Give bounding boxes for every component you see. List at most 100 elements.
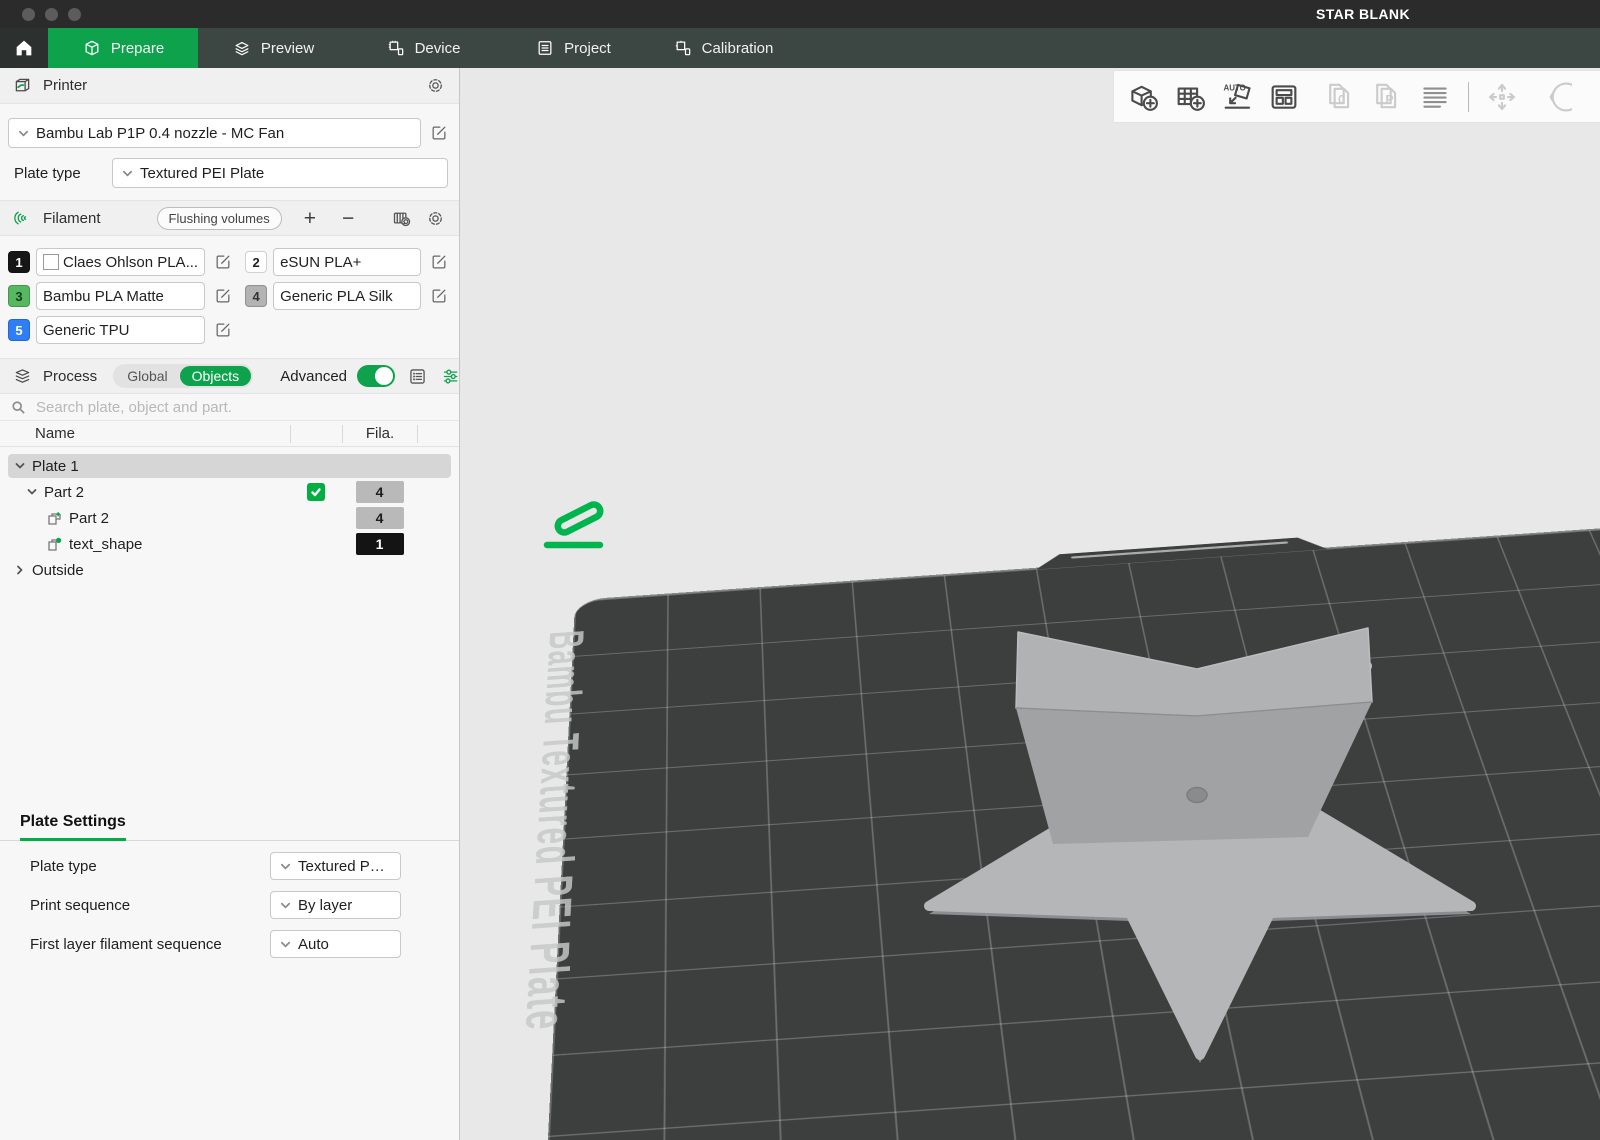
maximize-window-button[interactable] xyxy=(68,8,81,21)
object-search-input[interactable] xyxy=(34,397,448,417)
tab-home[interactable] xyxy=(0,28,48,68)
gear-icon xyxy=(428,211,442,225)
filament-settings-button[interactable] xyxy=(423,206,447,230)
svg-text:AUTO: AUTO xyxy=(1224,83,1246,92)
tree-row-part2-parent[interactable]: Part 2 4 xyxy=(0,479,459,505)
ps-plate-type-select[interactable]: Textured PEI ... xyxy=(270,852,401,880)
edit-icon xyxy=(432,255,446,269)
preview-icon xyxy=(235,41,249,56)
remove-filament-button[interactable]: − xyxy=(338,208,358,229)
chevron-down-icon[interactable] xyxy=(26,486,38,498)
rotate-button[interactable] xyxy=(1532,80,1572,114)
check-icon xyxy=(311,488,321,497)
edit-filament-1-button[interactable] xyxy=(211,250,235,274)
chevron-down-icon[interactable] xyxy=(14,460,26,472)
filament-slot-2: 2 eSUN PLA+ xyxy=(245,248,451,276)
tree-row-part2-child[interactable]: Part 2 4 xyxy=(0,505,459,531)
column-fila: Fila. xyxy=(342,424,417,443)
filament-slot-3: 3 Bambu PLA Matte xyxy=(8,282,235,310)
object-table-header: Name Fila. xyxy=(0,421,459,447)
tree-row-text-shape[interactable]: text_shape 1 xyxy=(0,531,459,557)
plate-settings-panel: Plate Settings Plate type Textured PEI .… xyxy=(0,813,459,958)
add-plate-button[interactable] xyxy=(1173,80,1207,114)
tab-device-label: Device xyxy=(414,39,461,57)
device-icon xyxy=(388,40,403,56)
filament-3-select[interactable]: Bambu PLA Matte xyxy=(36,282,206,310)
filament-2-badge: 2 xyxy=(245,251,268,273)
tune-button[interactable] xyxy=(439,364,459,388)
printer-section-title: Printer xyxy=(43,77,88,94)
edit-icon xyxy=(432,126,446,140)
chevron-right-icon[interactable] xyxy=(14,564,26,576)
edit-filament-2-button[interactable] xyxy=(427,250,451,274)
object-tree: Plate 1 Part 2 4 Part 2 4 text_shape 1 O… xyxy=(0,447,459,583)
filament-4-badge: 4 xyxy=(245,285,268,307)
search-icon xyxy=(12,400,25,414)
print-enable-checkbox[interactable] xyxy=(307,483,325,501)
parameter-list-button[interactable] xyxy=(405,364,429,388)
edit-printer-preset-button[interactable] xyxy=(427,121,451,145)
minimize-window-button[interactable] xyxy=(45,8,58,21)
filament-2-select[interactable]: eSUN PLA+ xyxy=(273,248,421,276)
flushing-volumes-button[interactable]: Flushing volumes xyxy=(156,206,282,230)
tab-prepare[interactable]: Prepare xyxy=(48,28,198,68)
filament-assignment-badge[interactable]: 1 xyxy=(355,533,404,555)
scope-global-button[interactable]: Global xyxy=(115,366,179,386)
ps-first-layer-sequence-select[interactable]: Auto xyxy=(270,930,401,958)
edit-icon xyxy=(216,255,230,269)
tree-row-outside[interactable]: Outside xyxy=(0,557,459,583)
filament-icon xyxy=(14,211,27,224)
edit-filament-5-button[interactable] xyxy=(211,318,235,342)
filament-3-badge: 3 xyxy=(8,285,30,307)
plate-settings-print-sequence-row: Print sequence By layer xyxy=(30,891,459,919)
window-title: STAR BLANK xyxy=(1316,6,1410,22)
filament-assignment-badge[interactable]: 4 xyxy=(355,507,404,529)
tab-project[interactable]: Project xyxy=(498,28,648,68)
prepare-icon xyxy=(85,40,99,56)
object-search xyxy=(0,394,459,421)
viewport-toolbar: AUTO 0 P xyxy=(1113,70,1600,123)
chevron-down-icon xyxy=(280,863,291,869)
plate-type-value: Textured PEI Plate xyxy=(140,164,265,182)
ps-print-sequence-select[interactable]: By layer xyxy=(270,891,401,919)
printer-preset-select[interactable]: Bambu Lab P1P 0.4 nozzle - MC Fan xyxy=(8,118,421,148)
tab-prepare-label: Prepare xyxy=(110,39,165,57)
split-objects-button[interactable]: 0 xyxy=(1324,80,1358,114)
move-button[interactable] xyxy=(1485,80,1519,114)
auto-orient-button[interactable]: AUTO xyxy=(1220,80,1254,114)
filament-4-select[interactable]: Generic PLA Silk xyxy=(273,282,421,310)
calibration-icon xyxy=(675,40,690,56)
filament-5-select[interactable]: Generic TPU xyxy=(36,316,206,344)
close-window-button[interactable] xyxy=(22,8,35,21)
plate-settings-plate-type-row: Plate type Textured PEI ... xyxy=(30,852,459,880)
edit-icon xyxy=(216,323,230,337)
tab-device[interactable]: Device xyxy=(348,28,498,68)
advanced-toggle[interactable] xyxy=(357,365,395,387)
layers-list-button[interactable] xyxy=(1418,80,1452,114)
add-filament-button[interactable]: + xyxy=(300,208,320,229)
printer-preset-value: Bambu Lab P1P 0.4 nozzle - MC Fan xyxy=(36,124,285,142)
tab-preview[interactable]: Preview xyxy=(198,28,348,68)
plate-brand-text: Bambu Textured PEI Plate xyxy=(512,628,594,1034)
chevron-down-icon xyxy=(280,902,291,908)
split-parts-button[interactable]: P xyxy=(1371,80,1405,114)
scope-objects-button[interactable]: Objects xyxy=(179,366,252,386)
tab-preview-label: Preview xyxy=(260,39,315,57)
filament-section-title: Filament xyxy=(43,209,101,227)
ams-sync-button[interactable] xyxy=(389,206,413,230)
text-part-icon xyxy=(48,537,62,551)
tab-calibration[interactable]: Calibration xyxy=(648,28,798,68)
arrange-button[interactable] xyxy=(1267,80,1301,114)
svg-text:0: 0 xyxy=(1338,92,1345,106)
edit-filament-3-button[interactable] xyxy=(211,284,235,308)
process-icon xyxy=(15,368,30,383)
center-hole xyxy=(1186,786,1208,804)
edit-filament-4-button[interactable] xyxy=(427,284,451,308)
ams-icon xyxy=(393,212,410,226)
filament-assignment-badge[interactable]: 4 xyxy=(355,481,404,503)
plate-type-select[interactable]: Textured PEI Plate xyxy=(112,158,448,188)
printer-settings-button[interactable] xyxy=(423,74,447,98)
filament-1-select[interactable]: Claes Ohlson PLA... xyxy=(36,248,206,276)
tree-row-plate-1[interactable]: Plate 1 xyxy=(0,453,459,479)
add-model-button[interactable] xyxy=(1126,80,1160,114)
